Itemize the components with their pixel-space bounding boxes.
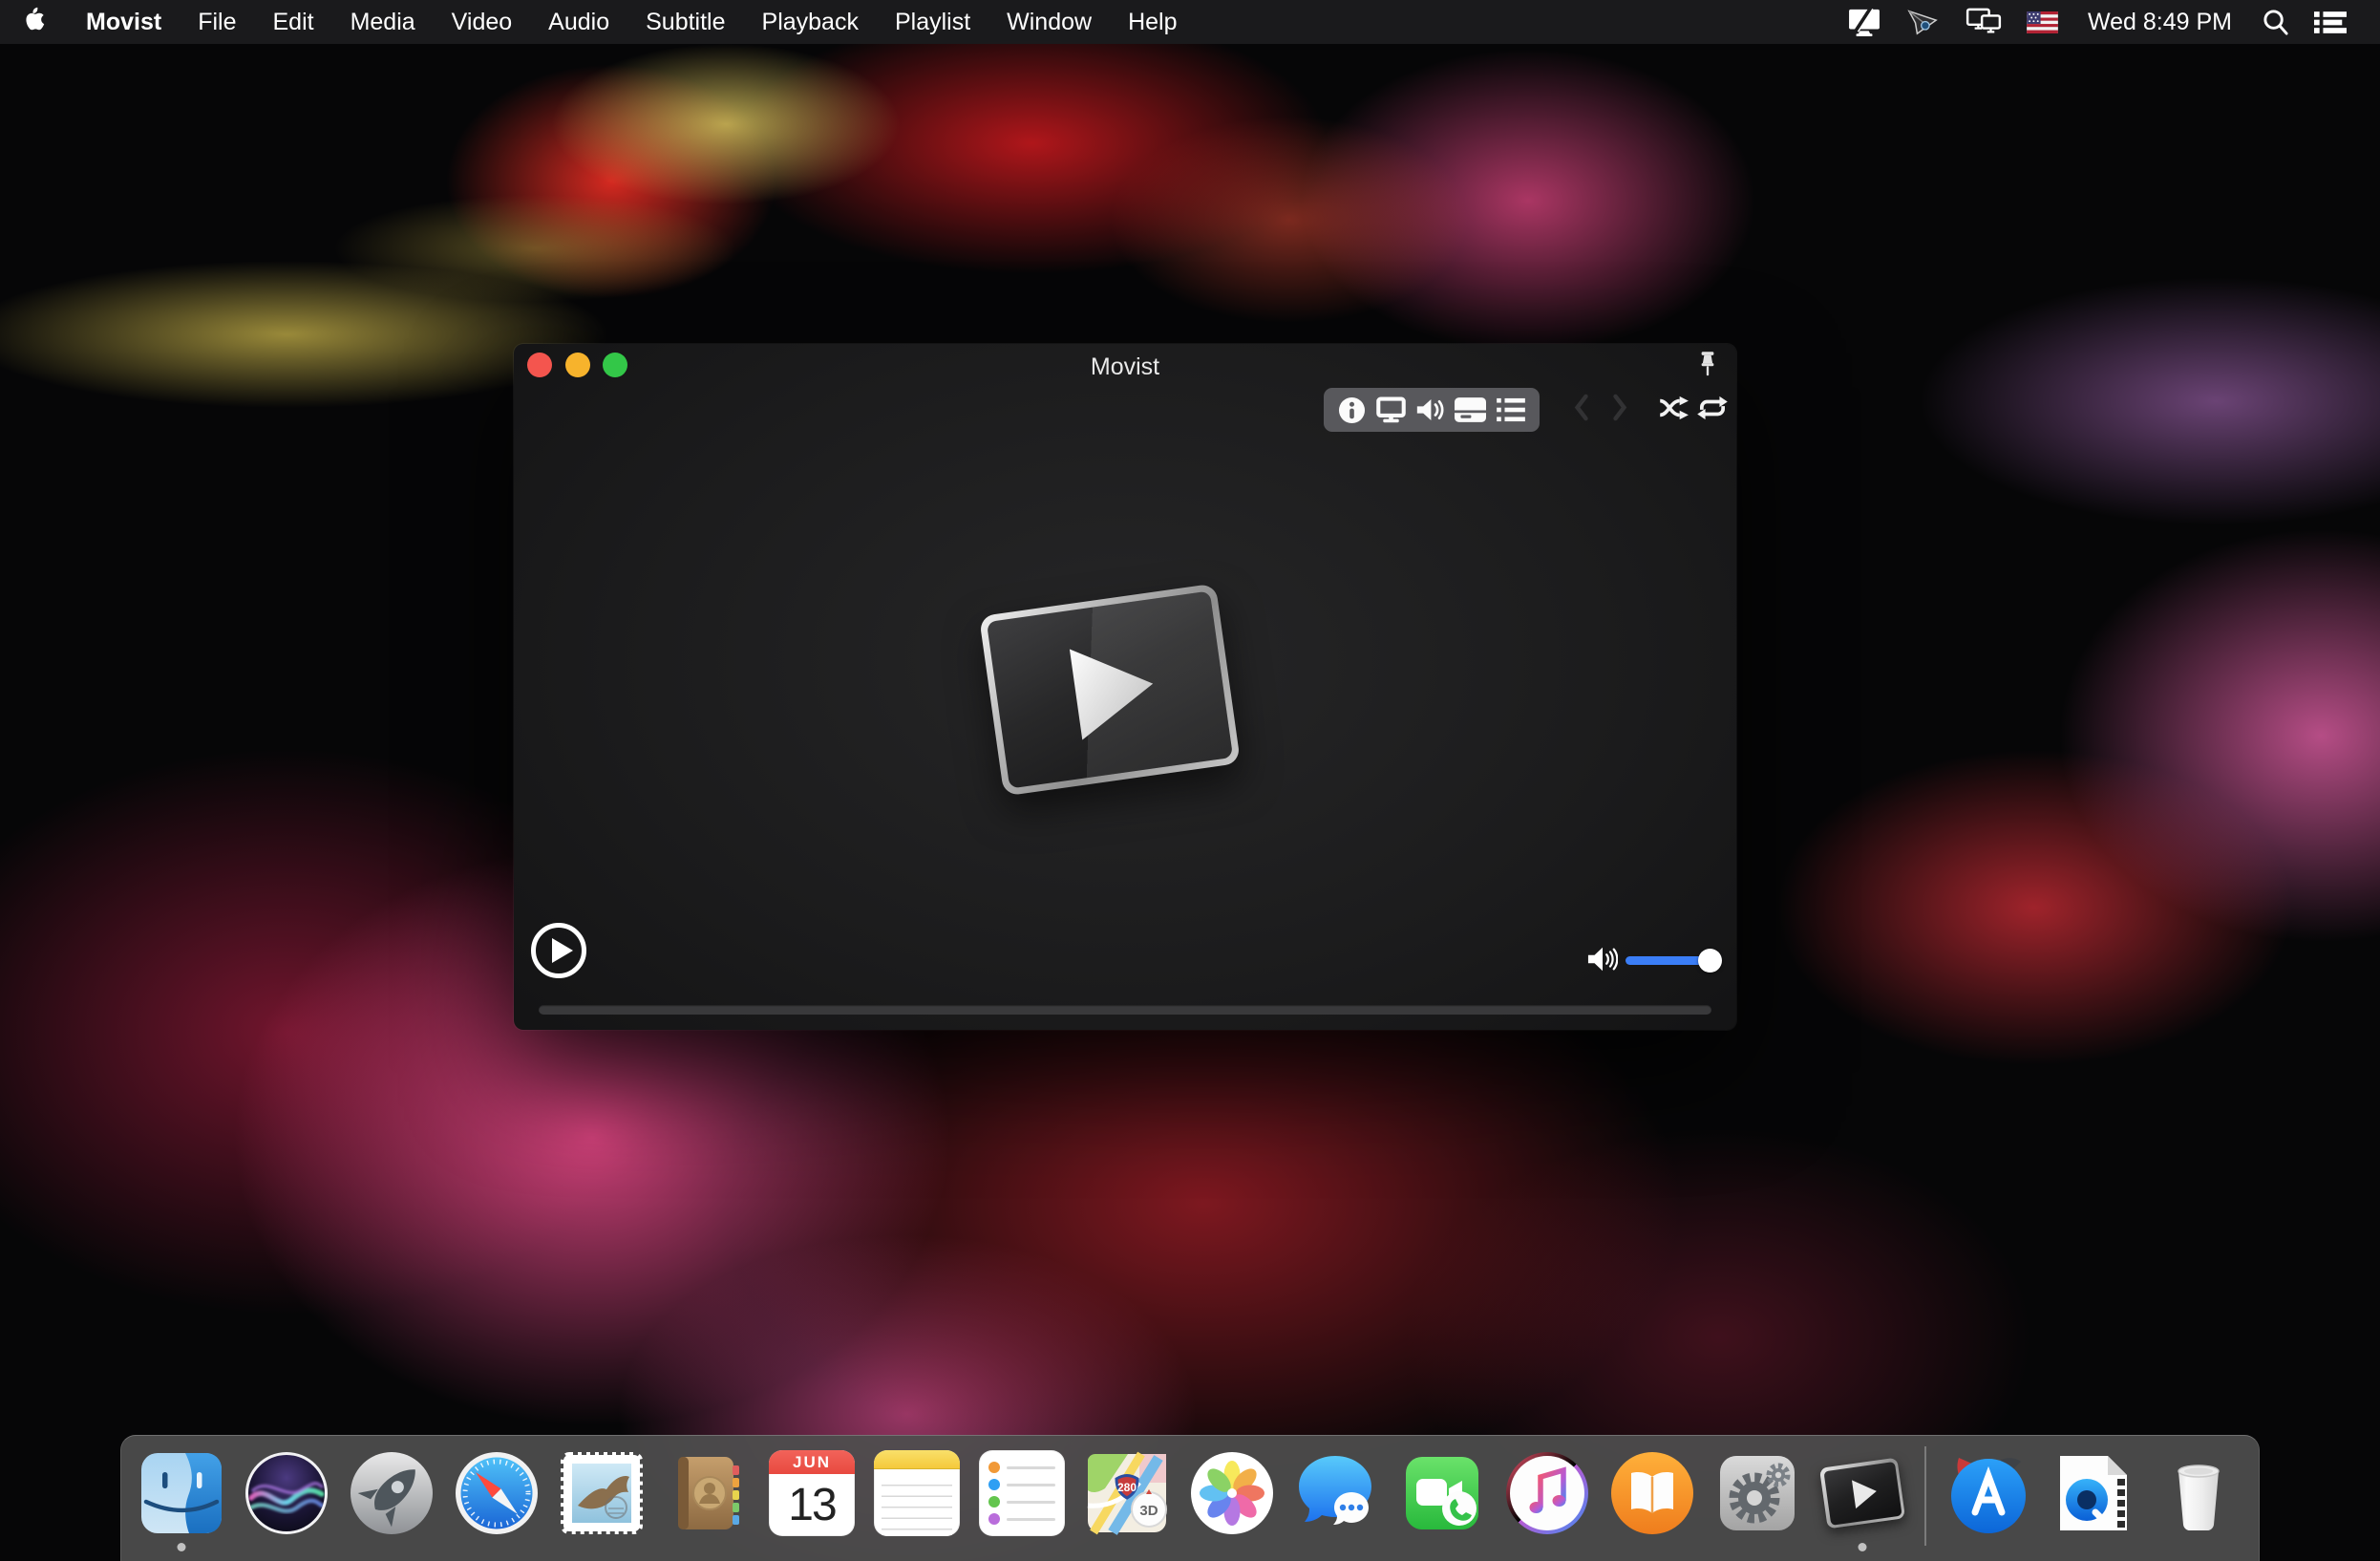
dock-item-ibooks[interactable] bbox=[1609, 1450, 1695, 1536]
subtitle-button[interactable] bbox=[1455, 397, 1487, 422]
playlist-button[interactable] bbox=[1496, 397, 1525, 422]
maps-3d-label: 3D bbox=[1139, 1503, 1158, 1519]
dock-item-siri[interactable] bbox=[244, 1450, 329, 1536]
launchpad-icon bbox=[351, 1452, 433, 1534]
reminders-icon bbox=[979, 1450, 1065, 1536]
video-settings-button[interactable] bbox=[1375, 396, 1406, 423]
dock-item-finder[interactable] bbox=[138, 1450, 224, 1536]
dock-divider bbox=[1924, 1446, 1926, 1546]
calendar-icon: JUN 13 bbox=[769, 1450, 855, 1536]
dock-item-photos[interactable] bbox=[1189, 1450, 1275, 1536]
audio-volume-button[interactable] bbox=[1415, 396, 1445, 423]
itunes-icon bbox=[1506, 1452, 1588, 1534]
calendar-day: 13 bbox=[788, 1480, 837, 1530]
notification-center-icon[interactable] bbox=[2302, 0, 2359, 44]
dock-item-safari[interactable] bbox=[454, 1450, 540, 1536]
menu-audio[interactable]: Audio bbox=[530, 9, 627, 36]
menu-playlist[interactable]: Playlist bbox=[877, 9, 988, 36]
contacts-icon bbox=[678, 1457, 739, 1529]
play-triangle-icon bbox=[551, 938, 573, 963]
movist-dock-play-icon bbox=[1852, 1477, 1879, 1509]
movist-logo-screen bbox=[986, 590, 1234, 789]
dock-item-contacts[interactable] bbox=[664, 1450, 750, 1536]
dock-item-movist[interactable] bbox=[1818, 1450, 1906, 1536]
shuffle-icon[interactable] bbox=[1659, 396, 1691, 425]
apple-menu[interactable] bbox=[0, 0, 68, 44]
notes-lines bbox=[882, 1475, 952, 1536]
repeat-icon[interactable] bbox=[1696, 396, 1729, 425]
mail-icon bbox=[561, 1452, 643, 1534]
system-preferences-icon bbox=[1720, 1456, 1795, 1530]
ibooks-icon bbox=[1611, 1452, 1693, 1534]
dock-item-reminders[interactable] bbox=[979, 1450, 1065, 1536]
dock-item-itunes[interactable] bbox=[1504, 1450, 1590, 1536]
menu-bar-left: Movist File Edit Media Video Audio Subti… bbox=[0, 0, 1196, 44]
menu-clock[interactable]: Wed 8:49 PM bbox=[2071, 9, 2249, 36]
photos-icon bbox=[1191, 1452, 1273, 1534]
apple-logo-icon bbox=[25, 5, 47, 39]
play-button[interactable] bbox=[531, 923, 586, 978]
paper-plane-icon[interactable] bbox=[1894, 0, 1953, 44]
notes-icon bbox=[874, 1450, 960, 1536]
movist-logo-play-icon bbox=[1069, 649, 1154, 740]
facetime-icon bbox=[1406, 1457, 1478, 1529]
menu-playback[interactable]: Playback bbox=[744, 9, 877, 36]
menu-edit[interactable]: Edit bbox=[254, 9, 331, 36]
movist-dock-icon bbox=[1818, 1450, 1906, 1536]
dock-item-maps[interactable]: 280 3D bbox=[1084, 1450, 1170, 1536]
window-title: Movist bbox=[1090, 353, 1160, 380]
spotlight-icon[interactable] bbox=[2249, 0, 2302, 44]
menu-bar-status-area: Wed 8:49 PM bbox=[1835, 0, 2380, 44]
dock: JUN 13 280 3D bbox=[120, 1435, 2260, 1561]
seek-bar[interactable] bbox=[539, 1005, 1711, 1015]
display-slash-icon[interactable] bbox=[1835, 0, 1894, 44]
menu-subtitle[interactable]: Subtitle bbox=[627, 9, 743, 36]
screen-mirroring-icon[interactable] bbox=[1953, 0, 2014, 44]
next-chevron-icon[interactable] bbox=[1612, 394, 1627, 426]
pin-icon[interactable] bbox=[1698, 351, 1717, 382]
maps-shield-label: 280 bbox=[1117, 1481, 1137, 1494]
movist-logo bbox=[978, 583, 1242, 797]
dock-item-messages[interactable] bbox=[1294, 1450, 1380, 1536]
dock-item-mail[interactable] bbox=[559, 1450, 645, 1536]
menu-video[interactable]: Video bbox=[434, 9, 531, 36]
dock-item-launchpad[interactable] bbox=[349, 1450, 435, 1536]
siri-icon bbox=[245, 1452, 328, 1534]
volume-knob[interactable] bbox=[1698, 949, 1722, 973]
dock-item-app-store[interactable] bbox=[1945, 1450, 2031, 1536]
media-info-button[interactable] bbox=[1338, 396, 1366, 424]
volume-speaker-icon bbox=[1587, 945, 1619, 978]
messages-icon bbox=[1299, 1456, 1371, 1525]
notes-yellow-band bbox=[874, 1450, 960, 1469]
previous-chevron-icon[interactable] bbox=[1574, 394, 1589, 426]
menu-help[interactable]: Help bbox=[1110, 9, 1195, 36]
calendar-month: JUN bbox=[769, 1450, 855, 1474]
app-store-icon bbox=[1951, 1458, 2026, 1533]
window-toolbar bbox=[1324, 388, 1540, 432]
dock-item-trash[interactable] bbox=[2156, 1450, 2242, 1536]
trash-icon bbox=[2178, 1465, 2220, 1531]
dock-item-notes[interactable] bbox=[874, 1450, 960, 1536]
movist-window: Movist bbox=[514, 344, 1736, 1030]
menu-bar: Movist File Edit Media Video Audio Subti… bbox=[0, 0, 2380, 44]
maps-icon: 280 3D bbox=[1087, 1451, 1167, 1535]
menu-media[interactable]: Media bbox=[332, 9, 434, 36]
safari-icon bbox=[456, 1452, 538, 1534]
dock-item-system-preferences[interactable] bbox=[1714, 1450, 1800, 1536]
finder-icon bbox=[141, 1453, 222, 1533]
menu-window[interactable]: Window bbox=[988, 9, 1110, 36]
dock-item-quicktime[interactable] bbox=[2051, 1450, 2136, 1536]
quicktime-icon bbox=[2060, 1456, 2127, 1530]
us-flag-icon[interactable] bbox=[2014, 0, 2071, 44]
menu-app-name[interactable]: Movist bbox=[68, 9, 180, 36]
dock-item-facetime[interactable] bbox=[1399, 1450, 1485, 1536]
dock-item-calendar[interactable]: JUN 13 bbox=[769, 1450, 855, 1536]
menu-file[interactable]: File bbox=[180, 9, 254, 36]
